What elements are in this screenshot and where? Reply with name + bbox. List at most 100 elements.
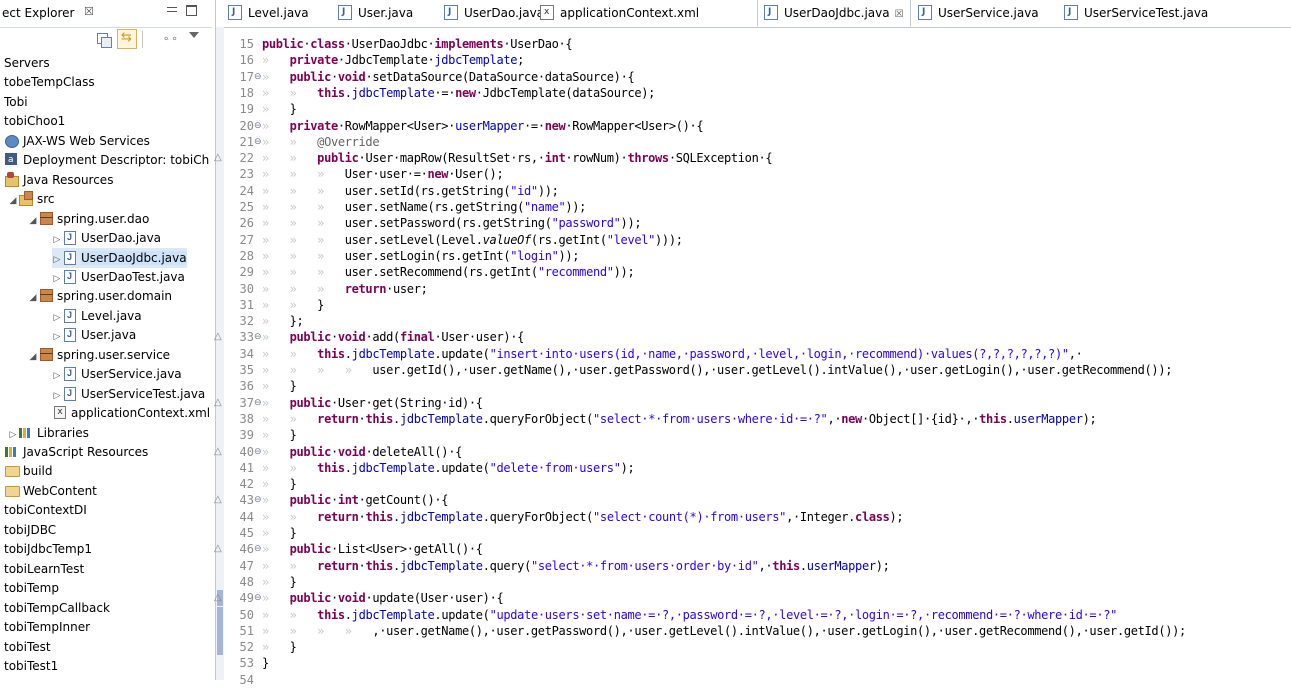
tree-item-label: WebContent (23, 483, 97, 498)
tree-item[interactable]: tobiJdbcTemp1 (4, 539, 92, 559)
maximize-icon[interactable] (186, 5, 197, 16)
code-line[interactable]: » private·JdbcTemplate·jdbcTemplate; (262, 52, 524, 68)
code-line[interactable]: » public·List<User>·getAll()·{ (262, 541, 483, 557)
tree-item[interactable]: JavaScript Resources (4, 442, 148, 462)
java-file-icon (1064, 0, 1078, 26)
code-line[interactable]: » » this.jdbcTemplate.update("delete·fro… (262, 460, 635, 476)
editor-tab[interactable]: applicationContext.xml (540, 0, 699, 27)
code-line[interactable]: » }; (262, 313, 304, 329)
view-menu-chevron-down-icon[interactable] (189, 32, 199, 38)
code-line[interactable]: » public·void·setDataSource(DataSource·d… (262, 69, 635, 85)
tree-item[interactable]: ◢ spring.user.dao (28, 209, 149, 229)
collapse-all-icon[interactable] (97, 32, 112, 48)
tree-item[interactable]: ▷UserService.java (52, 363, 182, 384)
tree-item[interactable]: ▷Level.java (52, 305, 142, 326)
tree-item[interactable]: Deployment Descriptor: tobiCh (4, 150, 209, 170)
tree-item[interactable]: tobiTempInner (4, 617, 90, 637)
code-line[interactable]: » » this.jdbcTemplate·=·new·JdbcTemplate… (262, 85, 655, 101)
code-line[interactable]: » » @Override (262, 134, 380, 150)
tree-item[interactable]: ▷UserDaoTest.java (52, 266, 185, 287)
code-line[interactable]: » } (262, 101, 297, 117)
editor-tab[interactable]: User.java (338, 0, 413, 27)
code-line[interactable]: } (262, 655, 269, 671)
project-explorer-tab[interactable]: ect Explorer ☒ (0, 0, 212, 28)
tree-item[interactable]: Tobi (4, 92, 28, 112)
tree-item[interactable]: tobiChoo1 (4, 111, 65, 131)
tree-item[interactable]: ▷UserServiceTest.java (52, 383, 206, 404)
code-line[interactable]: » public·int·getCount()·{ (262, 492, 449, 508)
tree-item[interactable]: ▷UserDao.java (52, 227, 162, 248)
tree-item[interactable]: tobiTest (4, 637, 51, 657)
tree-item[interactable]: tobiTempCallback (4, 598, 110, 618)
tree-item[interactable]: ◢ src (8, 189, 55, 209)
code-line[interactable]: » » » user.setId(rs.getString("id")); (262, 183, 559, 199)
code-line[interactable]: » » » user.setName(rs.getString("name"))… (262, 199, 586, 215)
tree-item[interactable]: Java Resources (4, 170, 113, 190)
code-line[interactable]: » » » user.setLevel(Level.valueOf(rs.get… (262, 232, 683, 248)
link-with-editor-icon[interactable] (117, 29, 137, 49)
tree-item[interactable]: Servers (4, 53, 50, 73)
code-line[interactable]: » » } (262, 297, 324, 313)
tree-item[interactable]: applicationContext.xml (52, 403, 210, 423)
tree-item[interactable]: tobeTempClass (4, 72, 95, 92)
tree-item[interactable]: ▷UserDaoJdbc.java (52, 247, 187, 268)
tree-item[interactable]: ◢ spring.user.service (28, 345, 170, 365)
editor-tab[interactable]: UserService.java (918, 0, 1039, 27)
minimize-icon[interactable] (167, 3, 177, 13)
code-line[interactable]: » } (262, 476, 297, 492)
code-line[interactable]: » } (262, 378, 297, 394)
code-line[interactable]: » } (262, 427, 297, 443)
code-line[interactable]: » » » » ,·user.getName(),·user.getPasswo… (262, 623, 1186, 639)
code-line[interactable]: » » return·this.jdbcTemplate.query("sele… (262, 558, 890, 574)
code-line[interactable]: » public·void·add(final·User·user)·{ (262, 329, 524, 345)
code-line[interactable]: » » return·this.jdbcTemplate.queryForObj… (262, 411, 1097, 427)
code-line[interactable]: » » return·this.jdbcTemplate.queryForObj… (262, 509, 904, 525)
code-line[interactable]: public·class·UserDaoJdbc·implements·User… (262, 36, 573, 52)
editor-tab[interactable]: UserServiceTest.java (1064, 0, 1208, 27)
code-line[interactable]: » » » user.setPassword(rs.getString("pas… (262, 215, 642, 231)
line-number: 48 (239, 574, 254, 589)
tree-item[interactable]: WebContent (4, 481, 97, 501)
tree-item[interactable]: JAX-WS Web Services (4, 131, 150, 151)
editor-tab[interactable]: Level.java (228, 0, 309, 27)
collapse-arrow-icon[interactable]: ◢ (28, 347, 38, 367)
close-icon[interactable]: ☒ (895, 9, 904, 20)
tree-item[interactable]: ▷User.java (52, 324, 137, 345)
editor-tab[interactable]: UserDao.java (444, 0, 544, 27)
code-line[interactable]: » public·User·get(String·id)·{ (262, 395, 483, 411)
editor-tab-label: UserDao.java (464, 6, 545, 20)
code-line[interactable]: » » this.jdbcTemplate.update("update·use… (262, 607, 1117, 623)
code-line[interactable]: » » » return·user; (262, 281, 428, 297)
collapse-arrow-icon[interactable]: ◢ (28, 211, 38, 231)
code-line[interactable]: » » » » user.getId(),·user.getName(),·us… (262, 362, 1172, 378)
collapse-arrow-icon[interactable]: ◢ (8, 191, 18, 211)
line-number: 15 (239, 37, 254, 51)
code-line[interactable]: » private·RowMapper<User>·userMapper·=·n… (262, 118, 704, 134)
tree-item[interactable]: ◢ spring.user.domain (28, 286, 172, 306)
code-line[interactable]: » » » user.setRecommend(rs.getInt("recom… (262, 264, 635, 280)
tree-item-label: applicationContext.xml (71, 406, 211, 421)
code-line[interactable]: » public·void·update(User·user)·{ (262, 590, 504, 606)
code-line[interactable]: » } (262, 525, 297, 541)
tree-item[interactable]: tobiContextDI (4, 500, 87, 520)
code-line[interactable]: » » this.jdbcTemplate.update("insert·int… (262, 346, 1083, 362)
tree-item-label: UserServiceTest.java (81, 386, 206, 401)
code-line[interactable]: » » public·User·mapRow(ResultSet·rs,·int… (262, 150, 773, 166)
tree-item[interactable]: tobiJDBC (4, 520, 56, 540)
code-text-area[interactable]: public·class·UserDaoJdbc·implements·User… (262, 36, 1291, 680)
code-line[interactable]: » } (262, 574, 297, 590)
close-icon[interactable]: ☒ (84, 5, 94, 18)
code-line[interactable]: » } (262, 639, 297, 655)
line-number: 35 (239, 363, 254, 377)
tree-item[interactable]: tobiTest1 (4, 656, 58, 676)
code-line[interactable]: » public·void·deleteAll()·{ (262, 444, 462, 460)
tree-item[interactable]: ▷ Libraries (8, 423, 89, 443)
tree-item[interactable]: tobiLearnTest (4, 559, 84, 579)
code-line[interactable]: » » » user.setLogin(rs.getInt("login")); (262, 248, 580, 264)
focus-icon[interactable]: ⚬⚬ (162, 34, 179, 45)
tree-item[interactable]: build (4, 461, 53, 481)
code-line[interactable]: » » » User·user·=·new·User(); (262, 166, 504, 182)
tree-item[interactable]: tobiTemp (4, 578, 59, 598)
editor-tab[interactable]: UserDaoJdbc.java ☒ (757, 0, 911, 27)
collapse-arrow-icon[interactable]: ◢ (28, 288, 38, 308)
